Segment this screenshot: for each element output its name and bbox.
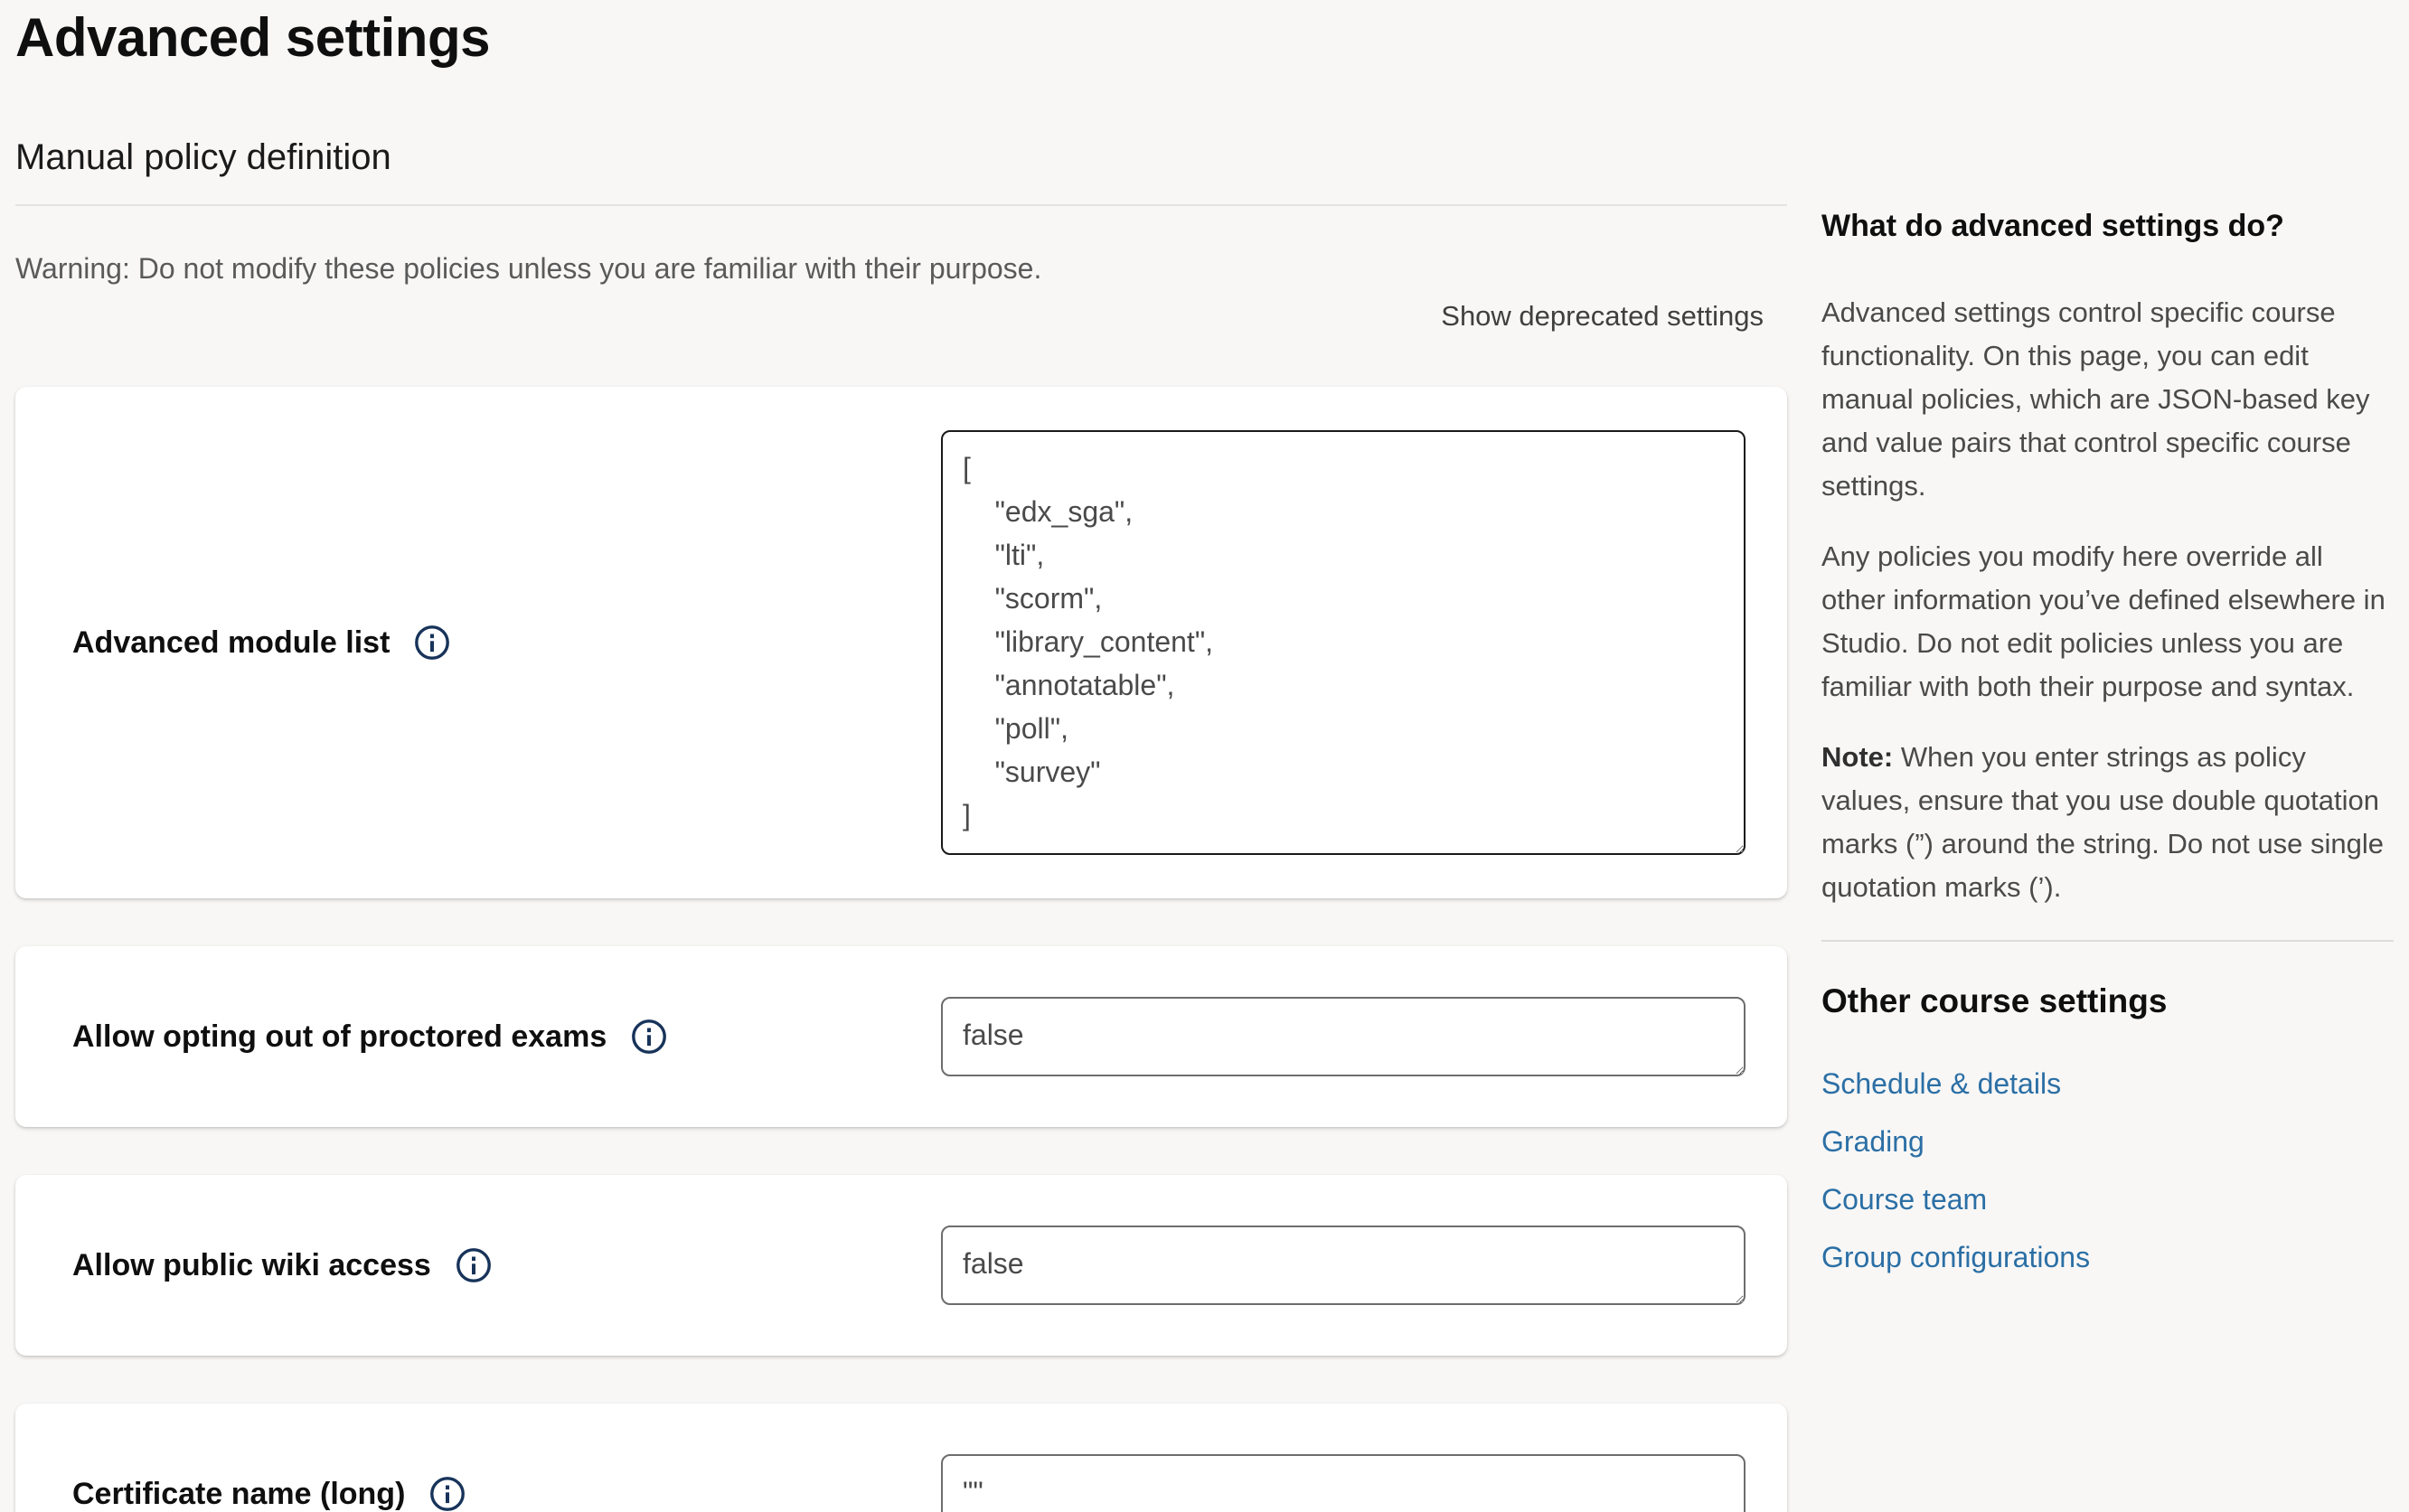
page-title: Advanced settings bbox=[15, 5, 1787, 70]
info-icon-glyph bbox=[455, 1246, 493, 1284]
info-icon[interactable] bbox=[413, 624, 451, 662]
link-group-configurations[interactable]: Group configurations bbox=[1821, 1238, 2394, 1276]
advanced-settings-page: Advanced settings Manual policy definiti… bbox=[0, 0, 2409, 1512]
setting-label-wrap: Certificate name (long) bbox=[57, 1475, 941, 1512]
setting-card: Allow public wiki access false bbox=[15, 1175, 1787, 1356]
setting-label-wrap: Allow opting out of proctored exams bbox=[57, 1018, 941, 1057]
setting-value-input[interactable]: "" bbox=[941, 1454, 1746, 1512]
info-icon[interactable] bbox=[428, 1475, 466, 1512]
setting-card: Advanced module list [ "edx_sga", "lti",… bbox=[15, 387, 1787, 898]
link-course-team[interactable]: Course team bbox=[1821, 1180, 2394, 1218]
info-icon[interactable] bbox=[455, 1246, 493, 1284]
show-deprecated-settings-button[interactable]: Show deprecated settings bbox=[1441, 300, 1764, 333]
help-sidebar: What do advanced settings do? Advanced s… bbox=[1821, 0, 2394, 1512]
setting-label: Certificate name (long) bbox=[72, 1475, 405, 1512]
setting-label: Allow opting out of proctored exams bbox=[72, 1018, 607, 1057]
warning-text: Warning: Do not modify these policies un… bbox=[15, 248, 1787, 289]
sidebar-note-paragraph: Note: When you enter strings as policy v… bbox=[1821, 736, 2394, 909]
note-text: When you enter strings as policy values,… bbox=[1821, 741, 2384, 903]
settings-main: Advanced settings Manual policy definiti… bbox=[15, 0, 1787, 1512]
setting-card: Certificate name (long) "" bbox=[15, 1404, 1787, 1512]
info-icon[interactable] bbox=[630, 1018, 668, 1056]
link-grading[interactable]: Grading bbox=[1821, 1122, 2394, 1160]
sidebar-about-paragraph-2: Any policies you modify here override al… bbox=[1821, 535, 2394, 709]
info-icon-glyph bbox=[428, 1475, 466, 1512]
setting-label-wrap: Advanced module list bbox=[57, 624, 941, 662]
section-divider bbox=[15, 204, 1787, 206]
section-title: Manual policy definition bbox=[15, 136, 1787, 179]
other-course-settings-links: Schedule & details Grading Course team G… bbox=[1821, 1065, 2394, 1276]
sidebar-about-paragraph-1: Advanced settings control specific cours… bbox=[1821, 291, 2394, 508]
setting-card: Allow opting out of proctored exams fals… bbox=[15, 946, 1787, 1127]
setting-label-wrap: Allow public wiki access bbox=[57, 1246, 941, 1285]
note-label: Note: bbox=[1821, 741, 1893, 773]
setting-label: Allow public wiki access bbox=[72, 1246, 431, 1285]
link-schedule-details[interactable]: Schedule & details bbox=[1821, 1065, 2394, 1103]
setting-value-input[interactable]: false bbox=[941, 1226, 1746, 1305]
sidebar-about-title: What do advanced settings do? bbox=[1821, 206, 2394, 246]
setting-value-input[interactable]: false bbox=[941, 997, 1746, 1076]
other-course-settings-title: Other course settings bbox=[1821, 980, 2394, 1023]
sidebar-divider bbox=[1821, 940, 2394, 942]
info-icon-glyph bbox=[630, 1018, 668, 1056]
info-icon-glyph bbox=[413, 624, 451, 662]
setting-label: Advanced module list bbox=[72, 624, 390, 662]
deprecated-row: Show deprecated settings bbox=[15, 300, 1787, 333]
setting-value-input[interactable]: [ "edx_sga", "lti", "scorm", "library_co… bbox=[941, 430, 1746, 855]
